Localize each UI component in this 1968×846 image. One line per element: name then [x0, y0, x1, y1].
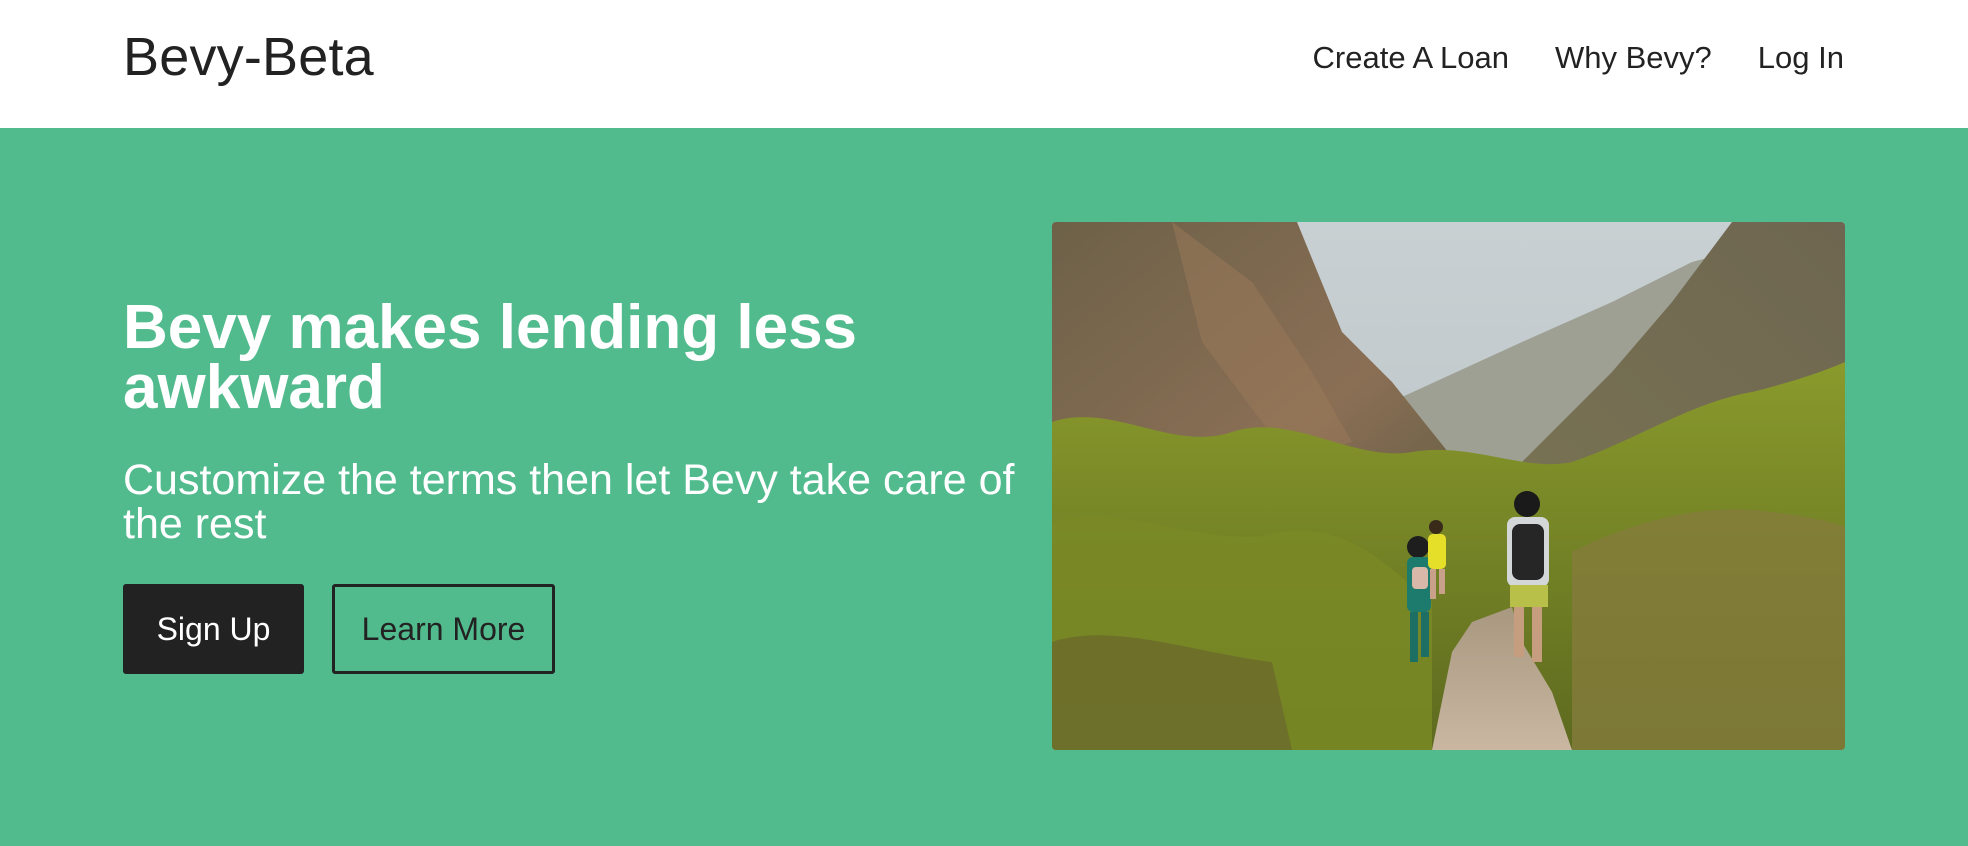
nav-link-why-bevy[interactable]: Why Bevy? — [1555, 40, 1712, 76]
hikers-in-canyon-photo — [1052, 222, 1845, 750]
hero-title: Bevy makes lending less awkward — [123, 293, 858, 422]
navbar: Bevy-Beta Create A Loan Why Bevy? Log In — [0, 0, 1968, 128]
nav-link-create-loan[interactable]: Create A Loan — [1313, 40, 1510, 76]
learn-more-button[interactable]: Learn More — [332, 584, 555, 674]
nav-links: Create A Loan Why Bevy? Log In — [1313, 40, 1844, 76]
nav-link-log-in[interactable]: Log In — [1758, 40, 1844, 76]
hero-image — [1052, 222, 1845, 750]
hero-subtitle: Customize the terms then let Bevy take c… — [123, 456, 1015, 548]
brand-logo[interactable]: Bevy-Beta — [123, 26, 374, 88]
hero-section: Bevy makes lending less awkward Customiz… — [0, 128, 1968, 846]
hero-buttons: Sign Up Learn More — [123, 584, 555, 674]
sign-up-button[interactable]: Sign Up — [123, 584, 304, 674]
